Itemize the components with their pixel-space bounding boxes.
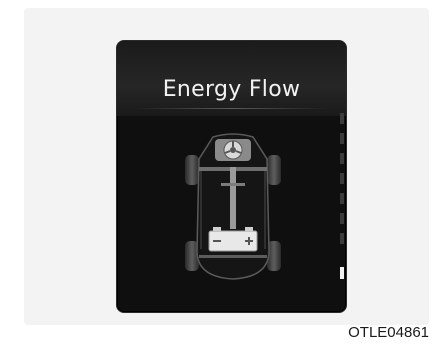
cluster-display: Energy Flow bbox=[116, 40, 347, 313]
figure-reference-code: OTLE04861 bbox=[348, 324, 429, 341]
scroll-segment bbox=[340, 113, 344, 124]
drive-shaft-icon bbox=[230, 167, 236, 229]
scroll-thumb bbox=[340, 267, 344, 279]
scroll-segment bbox=[340, 133, 344, 144]
scroll-segment bbox=[340, 213, 344, 224]
scroll-segment bbox=[340, 193, 344, 204]
screen-title: Energy Flow bbox=[162, 77, 301, 102]
energy-flow-car-graphic bbox=[185, 133, 281, 280]
scroll-segment bbox=[340, 173, 344, 184]
title-divider bbox=[135, 108, 328, 109]
page-scroll-indicator bbox=[340, 113, 344, 279]
scroll-segment bbox=[340, 233, 344, 244]
battery-minus-icon bbox=[213, 240, 221, 242]
rear-axle-icon bbox=[199, 255, 267, 258]
front-right-wheel-icon bbox=[267, 155, 281, 185]
scroll-segment bbox=[340, 153, 344, 164]
front-left-wheel-icon bbox=[185, 155, 199, 185]
